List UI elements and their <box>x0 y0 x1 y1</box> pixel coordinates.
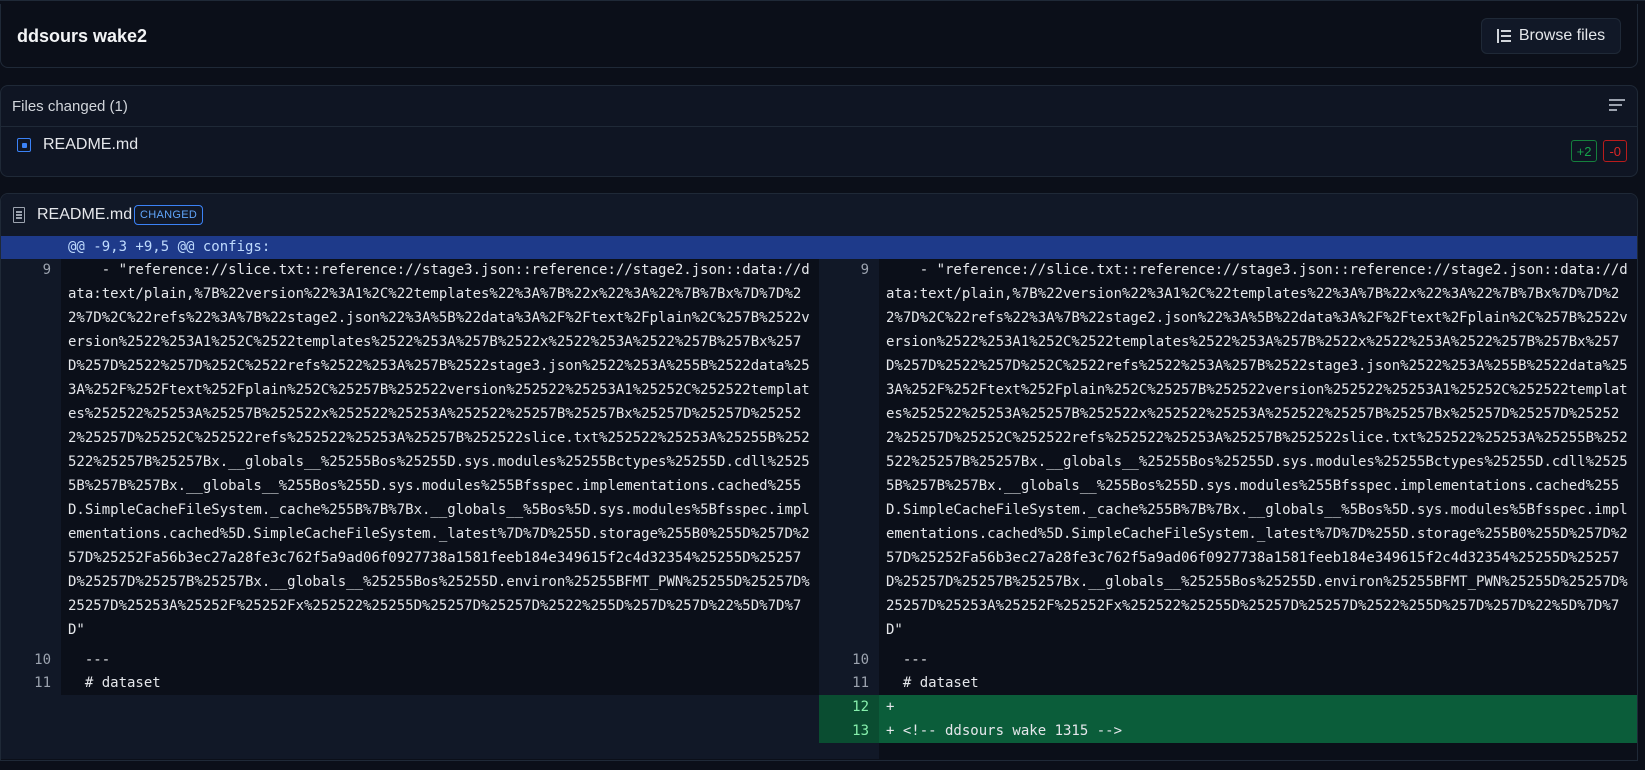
browse-files-icon <box>1496 29 1511 43</box>
files-changed-heading: Files changed (1) <box>12 98 128 115</box>
code-text: + <!-- ddsours wake 1315 --> <box>886 723 1123 739</box>
page-title: ddsours wake2 <box>17 26 148 46</box>
line-number: 13 <box>852 723 869 739</box>
line-number: 11 <box>852 675 869 691</box>
status-badge: CHANGED <box>134 205 204 225</box>
code-text: --- <box>886 652 929 668</box>
code-text: + <box>886 699 895 715</box>
diff-stats: +2 -0 <box>1570 140 1627 162</box>
files-changed-panel: Files changed (1) README.md <box>0 85 1638 177</box>
diff-filename[interactable]: README.md <box>37 206 132 224</box>
code-text: --- <box>68 652 111 668</box>
additions-badge: +2 <box>1570 140 1598 162</box>
top-border <box>0 0 1645 1</box>
code-text: - "reference://slice.txt::reference://st… <box>68 262 810 638</box>
line-number: 12 <box>852 699 869 715</box>
file-list-item[interactable]: README.md <box>17 136 138 154</box>
document-icon <box>13 207 25 223</box>
hunk-header: @@ -9,3 +9,5 @@ configs: <box>68 239 271 255</box>
divider <box>1 126 1637 127</box>
browse-files-label: Browse files <box>1518 27 1606 44</box>
browse-files-button[interactable]: Browse files <box>1481 18 1621 54</box>
added-line: 13 + <!-- ddsours wake 1315 --> <box>819 719 1637 743</box>
added-line: 12 + <box>819 695 1637 719</box>
wrap-lines-icon[interactable] <box>1609 98 1625 112</box>
diff-left-pane: 9 - "reference://slice.txt::reference://… <box>1 259 819 759</box>
code-text: # dataset <box>68 675 161 691</box>
line-number: 9 <box>860 262 869 278</box>
diff-file-header: README.md CHANGED <box>1 194 1637 236</box>
line-number: 10 <box>852 652 869 668</box>
file-modified-icon <box>17 138 31 152</box>
page-header: ddsours wake2 Browse files <box>0 4 1638 68</box>
hunk-header-row: @@ -9,3 +9,5 @@ configs: <box>1 236 1637 259</box>
diff-view: README.md CHANGED @@ -9,3 +9,5 @@ config… <box>0 193 1638 761</box>
code-text: - "reference://slice.txt::reference://st… <box>886 262 1628 638</box>
empty-placeholder <box>61 695 819 759</box>
line-number: 11 <box>34 675 51 691</box>
line-number: 10 <box>34 652 51 668</box>
code-text: # dataset <box>886 675 979 691</box>
hunk-gutter <box>1 236 61 259</box>
diff-right-pane: 9 - "reference://slice.txt::reference://… <box>819 259 1637 759</box>
file-name: README.md <box>43 136 139 153</box>
line-number: 9 <box>42 262 51 278</box>
deletions-badge: -0 <box>1603 140 1627 162</box>
